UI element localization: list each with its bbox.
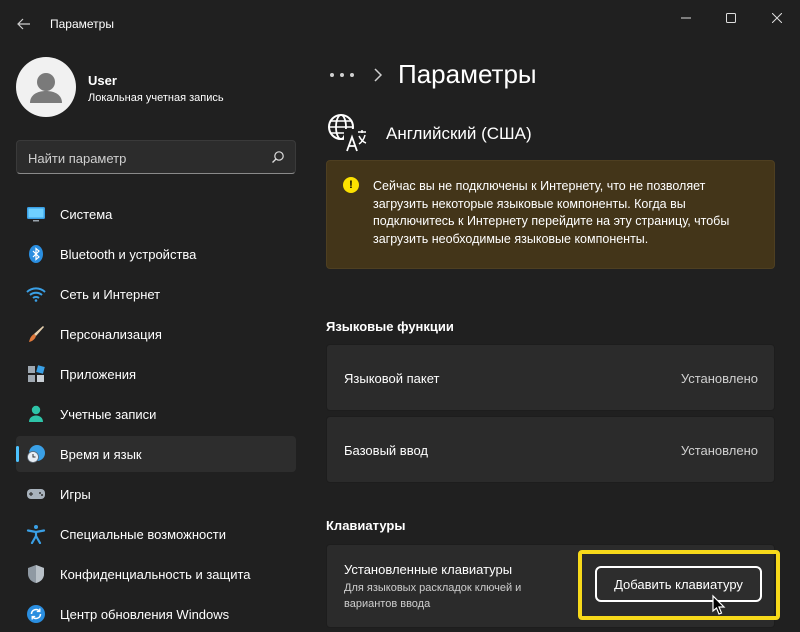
more-icon bbox=[330, 73, 354, 77]
sidebar-item-system[interactable]: Система bbox=[16, 196, 296, 232]
maximize-icon bbox=[726, 13, 736, 23]
sidebar-item-network[interactable]: Сеть и Интернет bbox=[16, 276, 296, 312]
sidebar-item-label: Учетные записи bbox=[60, 407, 157, 422]
mouse-cursor-icon bbox=[712, 594, 726, 615]
sidebar-item-label: Система bbox=[60, 207, 113, 222]
search-input[interactable]: Найти параметр bbox=[16, 140, 296, 174]
sidebar-item-privacy[interactable]: Конфиденциальность и защита bbox=[16, 556, 296, 592]
row-label: Языковой пакет bbox=[344, 371, 440, 386]
row-status: Установлено bbox=[680, 371, 758, 386]
sidebar-item-label: Bluetooth и устройства bbox=[60, 247, 197, 262]
search-placeholder: Найти параметр bbox=[28, 151, 127, 166]
language-pack-row: Языковой пакет Установлено bbox=[326, 344, 775, 411]
account-type: Локальная учетная запись bbox=[88, 92, 224, 104]
page-title: Параметры bbox=[398, 59, 537, 89]
system-icon bbox=[27, 207, 45, 222]
sidebar-item-label: Сеть и Интернет bbox=[60, 287, 161, 302]
sidebar-item-label: Приложения bbox=[60, 367, 137, 382]
chevron-right-icon bbox=[374, 68, 383, 82]
row-status: Установлено bbox=[680, 443, 758, 458]
language-icon bbox=[328, 114, 367, 152]
brush-icon bbox=[29, 326, 44, 342]
user-profile[interactable]: User Локальная учетная запись bbox=[16, 57, 296, 117]
sidebar-item-accessibility[interactable]: Специальные возможности bbox=[16, 516, 296, 552]
sidebar-item-windows-update[interactable]: Центр обновления Windows bbox=[16, 596, 296, 632]
installed-keyboards-label: Установленные клавиатуры bbox=[344, 562, 513, 577]
close-icon bbox=[772, 13, 782, 23]
sidebar-item-gaming[interactable]: Игры bbox=[16, 476, 296, 512]
sidebar-item-label: Конфиденциальность и защита bbox=[60, 567, 251, 582]
add-keyboard-button[interactable]: Добавить клавиатуру bbox=[595, 566, 762, 602]
maximize-button[interactable] bbox=[708, 8, 754, 28]
sidebar-item-bluetooth[interactable]: Bluetooth и устройства bbox=[16, 236, 296, 272]
offline-warning-banner: ! Сейчас вы не подключены к Интернету, ч… bbox=[326, 160, 775, 269]
accessibility-icon bbox=[26, 525, 46, 544]
apps-icon bbox=[28, 365, 45, 382]
sidebar-item-apps[interactable]: Приложения bbox=[16, 356, 296, 392]
breadcrumb-more-button[interactable] bbox=[329, 66, 355, 84]
search-icon bbox=[272, 151, 284, 163]
sidebar-item-personalization[interactable]: Персонализация bbox=[16, 316, 296, 352]
sidebar-item-label: Время и язык bbox=[60, 447, 142, 462]
sidebar-item-label: Игры bbox=[60, 487, 91, 502]
app-title: Параметры bbox=[50, 17, 114, 31]
accounts-icon bbox=[29, 405, 43, 422]
bluetooth-icon bbox=[29, 245, 43, 263]
avatar bbox=[16, 57, 76, 117]
wifi-icon bbox=[26, 287, 46, 302]
shield-icon bbox=[28, 565, 44, 583]
title-bar: Параметры bbox=[0, 0, 800, 48]
sidebar-item-accounts[interactable]: Учетные записи bbox=[16, 396, 296, 432]
installed-keyboards-description: Для языковых раскладок ключей и варианто… bbox=[344, 582, 522, 610]
section-title-keyboards: Клавиатуры bbox=[326, 518, 406, 533]
back-button[interactable] bbox=[10, 12, 38, 36]
breadcrumb-chevron bbox=[373, 68, 383, 87]
language-title: Английский (США) bbox=[386, 124, 532, 143]
avatar-person-icon bbox=[30, 73, 62, 103]
close-button[interactable] bbox=[754, 8, 800, 28]
sidebar-item-label: Персонализация bbox=[60, 327, 162, 342]
sidebar-item-label: Центр обновления Windows bbox=[60, 607, 230, 622]
basic-typing-row: Базовый ввод Установлено bbox=[326, 416, 775, 483]
sidebar-item-label: Специальные возможности bbox=[60, 527, 226, 542]
minimize-button[interactable] bbox=[663, 8, 709, 28]
sidebar-item-time-language[interactable]: Время и язык bbox=[16, 436, 296, 472]
row-label: Базовый ввод bbox=[344, 443, 428, 458]
sidebar-nav: Система Bluetooth и устройства Сеть и Ин… bbox=[16, 196, 296, 632]
back-arrow-icon bbox=[17, 18, 30, 30]
update-icon bbox=[27, 605, 45, 623]
user-name: User bbox=[88, 73, 117, 88]
warning-icon: ! bbox=[343, 177, 359, 193]
time-language-icon bbox=[27, 445, 45, 463]
minimize-icon bbox=[681, 17, 691, 19]
gamepad-icon bbox=[27, 489, 45, 499]
section-title-language-features: Языковые функции bbox=[326, 319, 454, 334]
warning-text: Сейчас вы не подключены к Интернету, что… bbox=[373, 179, 730, 246]
